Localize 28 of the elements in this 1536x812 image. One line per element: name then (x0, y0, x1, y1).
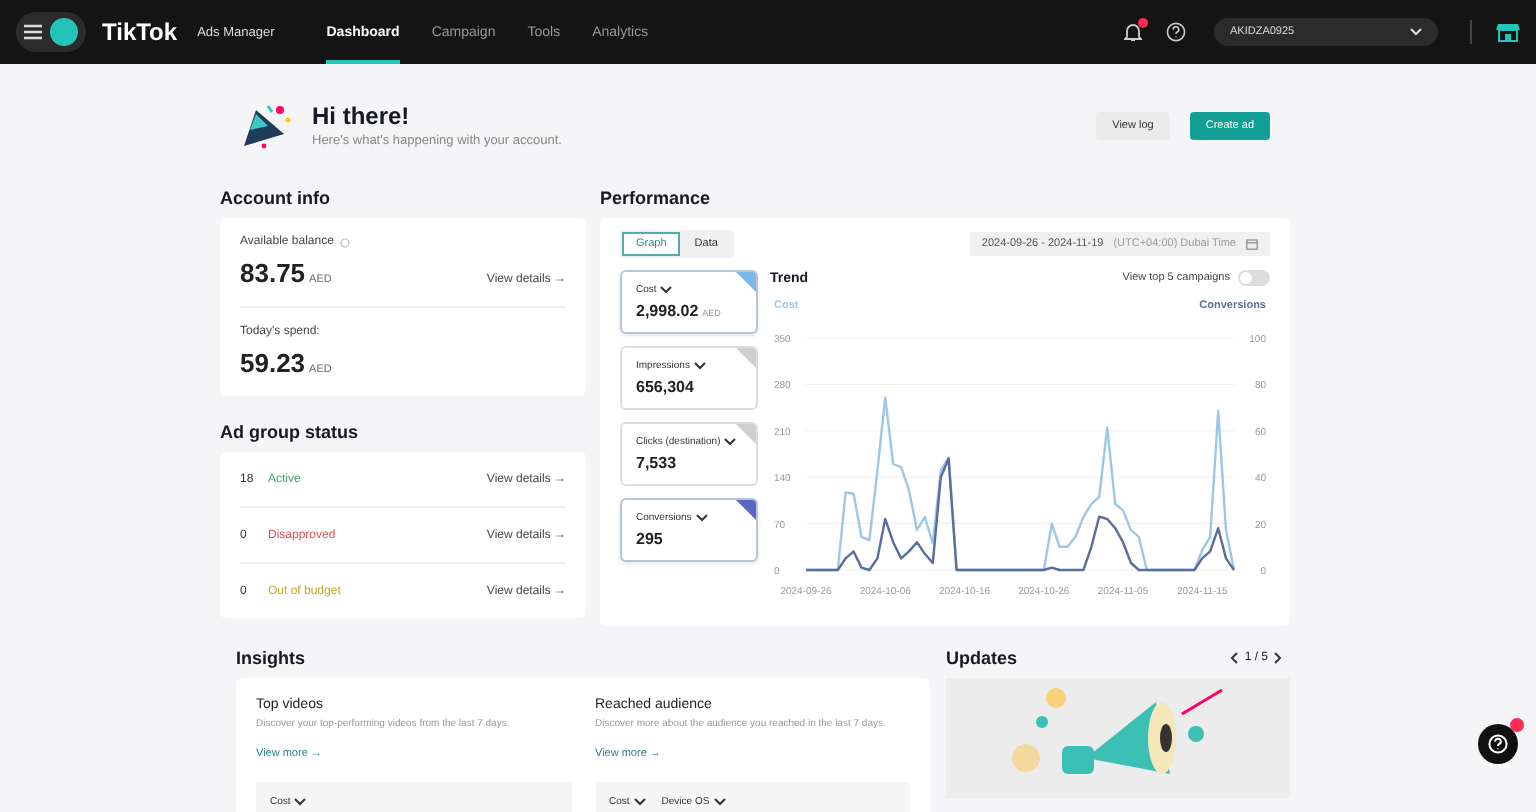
calendar-icon (1246, 238, 1258, 250)
caret-icon (693, 362, 706, 370)
store-icon[interactable] (1496, 22, 1520, 42)
menu-button[interactable] (16, 12, 86, 52)
section-title: Account info (220, 186, 332, 212)
bell-icon[interactable] (1124, 22, 1142, 42)
caret-icon (1410, 28, 1422, 36)
greeting-title: Hi there! (312, 102, 412, 130)
caret-icon (633, 798, 646, 806)
help-icon (1488, 734, 1508, 754)
section-title: Performance (600, 186, 713, 212)
caret-icon (713, 798, 726, 806)
caret-icon (695, 514, 708, 522)
brand-logo: TikTok (102, 18, 178, 46)
menu-icon (24, 24, 42, 40)
caret-icon (660, 286, 673, 294)
avatar (50, 18, 78, 46)
caret-icon (294, 798, 307, 806)
section-title: Ad group status (220, 420, 360, 446)
caret-icon (724, 438, 737, 446)
section-title: Updates (946, 646, 1018, 672)
section-title: Insights (236, 646, 308, 672)
previous-button[interactable] (1230, 652, 1239, 664)
help-button[interactable] (1478, 724, 1518, 764)
toggle-switch[interactable] (1238, 270, 1270, 286)
help-icon[interactable] (1166, 22, 1186, 42)
party-popper-drawing (240, 101, 292, 149)
next-button[interactable] (1274, 652, 1282, 664)
